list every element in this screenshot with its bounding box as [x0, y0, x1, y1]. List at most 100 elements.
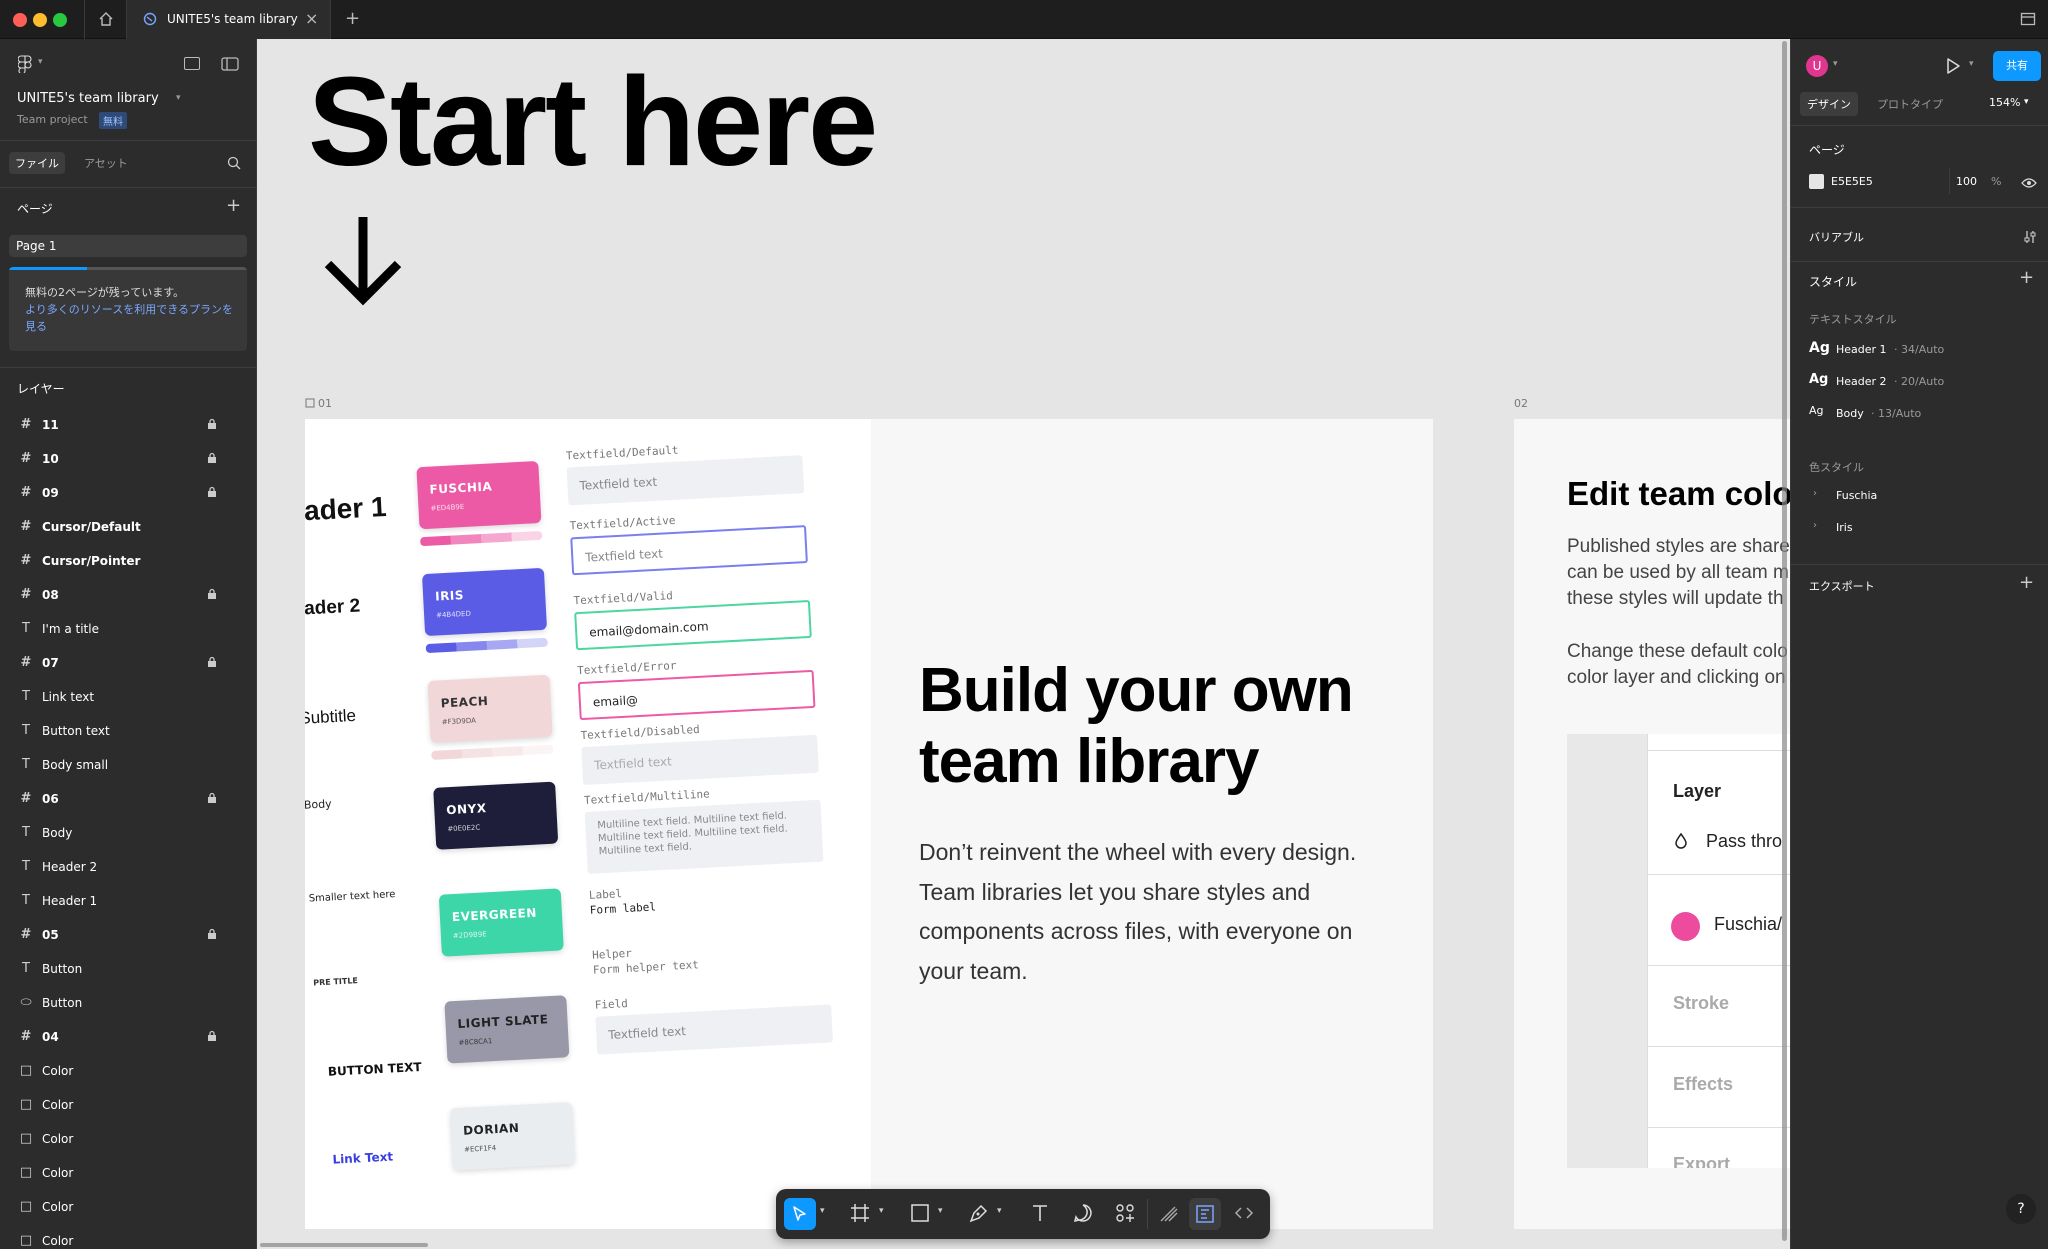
layer-item[interactable]: #04: [0, 1020, 257, 1054]
play-icon[interactable]: [1944, 57, 1962, 75]
comment-tool-icon[interactable]: [1071, 1201, 1095, 1225]
chevron-down-icon[interactable]: ▾: [820, 1206, 825, 1216]
text-style-item[interactable]: Ag Body · 13/Auto: [1791, 399, 2048, 427]
dev-mode-icon[interactable]: [1232, 1201, 1256, 1225]
add-page-icon[interactable]: +: [226, 195, 241, 216]
search-icon[interactable]: [227, 156, 241, 170]
zoom-window-button[interactable]: [53, 13, 67, 27]
layer-item[interactable]: T Header 1: [0, 884, 257, 918]
layer-item[interactable]: □ Color: [0, 1054, 257, 1088]
chevron-down-icon[interactable]: ▾: [1969, 59, 1974, 69]
zoom-level[interactable]: 154%: [1989, 96, 2020, 109]
lock-icon[interactable]: [206, 588, 218, 600]
draw-mode-icon[interactable]: [1157, 1201, 1181, 1225]
tab-file[interactable]: UNITE5's team library ×: [126, 0, 331, 39]
tab-design[interactable]: デザイン: [1800, 92, 1858, 116]
project-name[interactable]: Team project: [17, 113, 88, 126]
frame-tool-icon[interactable]: [848, 1201, 872, 1225]
chevron-down-icon[interactable]: ▾: [38, 57, 43, 67]
chevron-down-icon[interactable]: ▾: [2024, 97, 2029, 107]
layer-item[interactable]: □ Color: [0, 1122, 257, 1156]
avatar[interactable]: U: [1806, 55, 1828, 77]
layer-item[interactable]: T I'm a title: [0, 612, 257, 646]
tab-assets[interactable]: アセット: [84, 155, 128, 171]
file-name[interactable]: UNITE5's team library: [17, 91, 159, 106]
layer-item[interactable]: #06: [0, 782, 257, 816]
move-tool-button[interactable]: [784, 1198, 816, 1230]
close-tab-icon[interactable]: ×: [305, 9, 318, 28]
layer-item[interactable]: #09: [0, 476, 257, 510]
bg-color-swatch[interactable]: [1809, 174, 1824, 189]
layer-item[interactable]: T Button: [0, 952, 257, 986]
design-mode-button[interactable]: [1189, 1198, 1221, 1230]
text-style-item[interactable]: Ag Header 2 · 20/Auto: [1791, 367, 2048, 395]
canvas[interactable]: Start here 01 02 eader 1 eader 2 Subtitl…: [257, 39, 1790, 1249]
text-style-item[interactable]: Ag Header 1 · 34/Auto: [1791, 335, 2048, 363]
layer-item[interactable]: □ Color: [0, 1156, 257, 1190]
chevron-down-icon[interactable]: ▾: [1833, 59, 1838, 69]
chevron-down-icon[interactable]: ▾: [176, 93, 181, 103]
layer-item[interactable]: □ Color: [0, 1088, 257, 1122]
minimize-window-button[interactable]: [33, 13, 47, 27]
tab-prototype[interactable]: プロトタイプ: [1877, 96, 1943, 112]
rectangle-tool-icon[interactable]: [908, 1201, 932, 1225]
frame-label-01[interactable]: 01: [318, 397, 332, 410]
frame-label-02[interactable]: 02: [1514, 397, 1528, 410]
actions-tool-icon[interactable]: [1113, 1201, 1137, 1225]
tab-files[interactable]: ファイル: [9, 152, 65, 174]
layer-item[interactable]: #10: [0, 442, 257, 476]
add-export-icon[interactable]: +: [2019, 572, 2034, 593]
chevron-down-icon[interactable]: ▾: [997, 1206, 1002, 1216]
chevron-down-icon[interactable]: ▾: [938, 1206, 943, 1216]
upgrade-link[interactable]: より多くのリソースを利用できるプランを見る: [25, 301, 235, 335]
add-style-icon[interactable]: +: [2019, 267, 2034, 288]
lock-icon[interactable]: [206, 656, 218, 668]
text-tool-icon[interactable]: [1028, 1201, 1052, 1225]
figma-menu-icon[interactable]: [18, 55, 32, 73]
variables-settings-icon[interactable]: [2023, 230, 2037, 244]
layer-item[interactable]: □ Color: [0, 1224, 257, 1249]
lock-icon[interactable]: [206, 452, 218, 464]
layer-item[interactable]: #05: [0, 918, 257, 952]
ai-icon[interactable]: [184, 57, 200, 70]
chevron-right-icon[interactable]: ›: [1813, 520, 1817, 531]
layer-item[interactable]: # Cursor/Default: [0, 510, 257, 544]
chevron-right-icon[interactable]: ›: [1813, 488, 1817, 499]
layer-item[interactable]: #11: [0, 408, 257, 442]
layer-item[interactable]: # Cursor/Pointer: [0, 544, 257, 578]
share-button[interactable]: 共有: [1993, 51, 2041, 81]
lock-icon[interactable]: [206, 418, 218, 430]
eye-icon[interactable]: [2021, 177, 2037, 189]
horizontal-scrollbar[interactable]: [260, 1243, 428, 1247]
window-menu-icon[interactable]: [2020, 11, 2036, 27]
help-button[interactable]: ?: [2006, 1194, 2036, 1224]
layer-item[interactable]: □ Color: [0, 1190, 257, 1224]
home-button[interactable]: [84, 0, 126, 39]
bg-color-hex[interactable]: E5E5E5: [1831, 175, 1873, 188]
sidebar-toggle-icon[interactable]: [221, 57, 239, 71]
layer-item[interactable]: T Link text: [0, 680, 257, 714]
lock-icon[interactable]: [206, 928, 218, 940]
pen-tool-icon[interactable]: [967, 1201, 991, 1225]
page-item-page-1[interactable]: Page 1: [9, 235, 247, 257]
lock-icon[interactable]: [206, 1030, 218, 1042]
frame-01[interactable]: eader 1 eader 2 Subtitle Body Smaller te…: [305, 419, 1433, 1229]
layer-item[interactable]: T Button text: [0, 714, 257, 748]
bg-opacity[interactable]: 100: [1956, 175, 1977, 188]
layer-item[interactable]: ⬭ Button: [0, 986, 257, 1020]
variables-label[interactable]: バリアブル: [1809, 229, 1864, 245]
layer-item[interactable]: T Body small: [0, 748, 257, 782]
frame-02[interactable]: Edit team colo Published styles are shar…: [1514, 419, 1790, 1229]
vertical-scrollbar[interactable]: [1782, 41, 1787, 1241]
color-style-group[interactable]: › Fuschia: [1791, 483, 2048, 509]
layer-item[interactable]: #08: [0, 578, 257, 612]
lock-icon[interactable]: [206, 486, 218, 498]
chevron-down-icon[interactable]: ▾: [879, 1206, 884, 1216]
new-tab-icon[interactable]: +: [345, 8, 360, 29]
layer-item[interactable]: #07: [0, 646, 257, 680]
layer-item[interactable]: T Header 2: [0, 850, 257, 884]
lock-icon[interactable]: [206, 792, 218, 804]
color-style-group[interactable]: › Iris: [1791, 515, 2048, 541]
close-window-button[interactable]: [13, 13, 27, 27]
layer-item[interactable]: T Body: [0, 816, 257, 850]
